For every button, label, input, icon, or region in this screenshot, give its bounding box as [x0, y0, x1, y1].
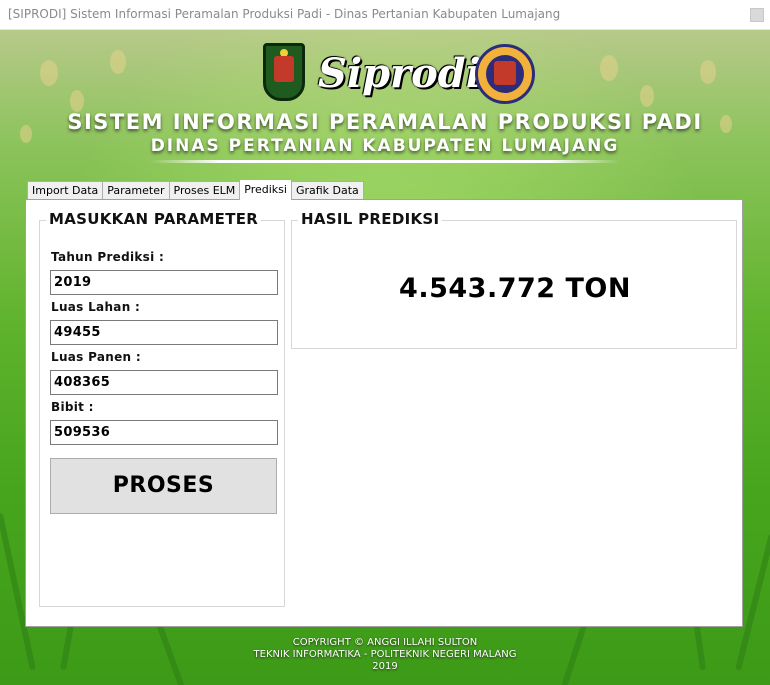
result-group: HASIL PREDIKSI 4.543.772 TON	[291, 210, 737, 349]
tahun-prediksi-input[interactable]: 2019	[50, 270, 278, 295]
parameter-group-title: MASUKKAN PARAMETER	[46, 210, 262, 228]
luas-panen-label: Luas Panen :	[51, 350, 141, 364]
prediction-result: 4.543.772 TON	[399, 273, 631, 304]
tab-import-data[interactable]: Import Data	[27, 181, 104, 199]
footer: COPYRIGHT © ANGGI ILLAHI SULTON TEKNIK I…	[0, 637, 770, 673]
polinema-emblem-icon	[475, 44, 535, 104]
header-divider	[150, 160, 620, 163]
tab-parameter[interactable]: Parameter	[102, 181, 170, 199]
footer-institution: TEKNIK INFORMATIKA - POLITEKNIK NEGERI M…	[253, 649, 517, 660]
brand-logo: Siprodi	[318, 50, 481, 97]
footer-year: 2019	[372, 661, 398, 672]
title-bar: [SIPRODI] Sistem Informasi Peramalan Pro…	[0, 0, 770, 30]
parameter-group: MASUKKAN PARAMETER Tahun Prediksi : 2019…	[39, 210, 285, 607]
app-title: SISTEM INFORMASI PERAMALAN PRODUKSI PADI	[67, 110, 703, 134]
tab-proses-elm[interactable]: Proses ELM	[168, 181, 241, 199]
luas-lahan-input[interactable]: 49455	[50, 320, 278, 345]
tab-prediksi[interactable]: Prediksi	[239, 179, 292, 200]
app-subtitle: DINAS PERTANIAN KABUPATEN LUMAJANG	[150, 136, 620, 156]
window-title: [SIPRODI] Sistem Informasi Peramalan Pro…	[8, 7, 561, 21]
prediksi-panel: MASUKKAN PARAMETER Tahun Prediksi : 2019…	[25, 199, 743, 627]
result-group-title: HASIL PREDIKSI	[298, 210, 443, 228]
proses-button[interactable]: PROSES	[50, 458, 277, 514]
bibit-input[interactable]: 509536	[50, 420, 278, 445]
app-header: Siprodi SISTEM INFORMASI PERAMALAN PRODU…	[0, 30, 770, 180]
luas-panen-input[interactable]: 408365	[50, 370, 278, 395]
tab-bar: Import Data Parameter Proses ELM Prediks…	[27, 179, 364, 200]
tab-grafik-data[interactable]: Grafik Data	[290, 181, 364, 199]
bibit-label: Bibit :	[51, 400, 94, 414]
luas-lahan-label: Luas Lahan :	[51, 300, 141, 314]
lumajang-emblem-icon	[263, 43, 305, 101]
footer-copyright: COPYRIGHT © ANGGI ILLAHI SULTON	[292, 637, 478, 648]
tahun-prediksi-label: Tahun Prediksi :	[51, 250, 165, 264]
window-control-button[interactable]	[750, 8, 764, 22]
